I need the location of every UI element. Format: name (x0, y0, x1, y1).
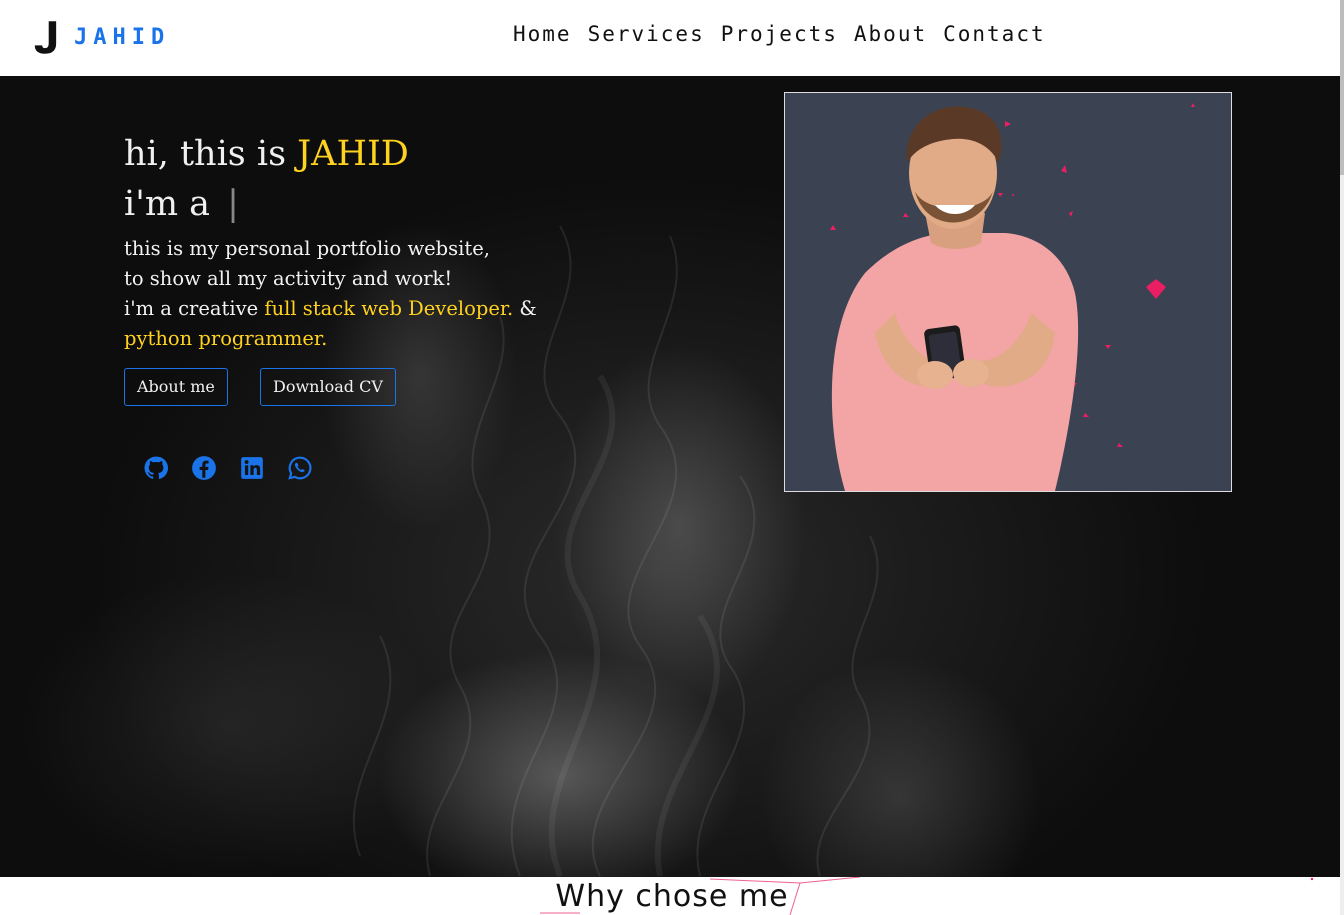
scrollbar-thumb[interactable] (1340, 0, 1344, 175)
role-highlight-python: python programmer. (124, 327, 328, 350)
nav-about[interactable]: About (854, 22, 927, 46)
section-title: Why chose me (555, 879, 789, 914)
hero-name: JAHID (297, 134, 409, 174)
why-section: Why chose me (0, 877, 1344, 915)
role-prefix: i'm a (124, 184, 222, 224)
profile-photo (784, 92, 1232, 492)
linkedin-icon[interactable] (239, 455, 265, 481)
role-highlight-dev: full stack web Developer. (264, 297, 514, 320)
about-me-button[interactable]: About me (124, 368, 228, 406)
typing-cursor: | (227, 184, 239, 224)
intro-line-3: i'm a creative full stack web Developer.… (124, 294, 584, 324)
github-icon[interactable] (143, 455, 169, 481)
nav-menu: Home Services Projects About Contact (513, 22, 1062, 46)
profile-illustration (830, 103, 1195, 491)
intro-line-1: this is my personal portfolio website, (124, 237, 490, 260)
hero-role: i'm a | (124, 184, 239, 224)
brand-link[interactable]: JAHID (32, 18, 170, 56)
navbar: JAHID Home Services Projects About Conta… (0, 0, 1344, 76)
social-links (143, 455, 335, 481)
facebook-icon[interactable] (191, 455, 217, 481)
hero-intro: this is my personal portfolio website, t… (124, 234, 584, 354)
line3-suffix: & (513, 297, 537, 320)
intro-line-2: to show all my activity and work! (124, 267, 453, 290)
download-cv-button[interactable]: Download CV (260, 368, 396, 406)
nav-services[interactable]: Services (588, 22, 705, 46)
nav-contact[interactable]: Contact (943, 22, 1046, 46)
nav-projects[interactable]: Projects (721, 22, 838, 46)
whatsapp-icon[interactable] (287, 455, 313, 481)
logo-j-icon (34, 21, 57, 54)
page-scrollbar[interactable] (1340, 0, 1344, 915)
greeting-text: hi, this is (124, 134, 298, 174)
brand-name: JAHID (74, 24, 171, 50)
hero-greeting: hi, this is JAHID (124, 134, 409, 174)
line3-prefix: i'm a creative (124, 297, 265, 320)
nav-home[interactable]: Home (513, 22, 572, 46)
hero-section: hi, this is JAHID i'm a | this is my per… (0, 76, 1344, 877)
